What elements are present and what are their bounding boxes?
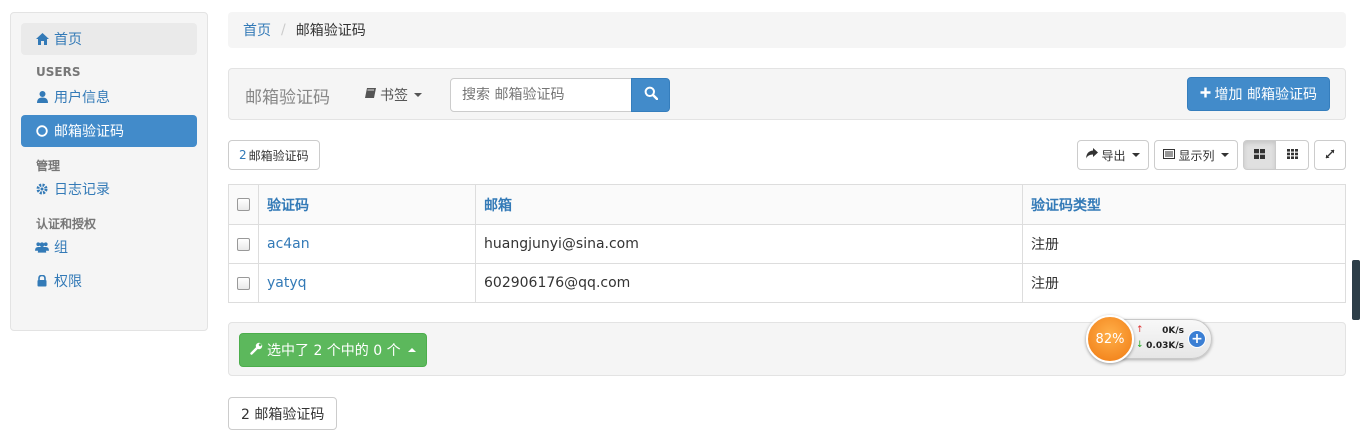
select-all-cell [228, 184, 259, 225]
sidebar-item-label: 首页 [54, 32, 82, 48]
results-table: 验证码 邮箱 验证码类型 ac4an huangjunyi@sina.com 注… [228, 184, 1346, 303]
breadcrumb-current: 邮箱验证码 [295, 23, 366, 39]
code-cell[interactable]: ac4an [258, 224, 476, 264]
download-speed: 0.03K/s [1146, 341, 1184, 351]
network-speed-widget[interactable]: 82% ↑ ↓ 0K/s 0.03K/s + [1086, 313, 1214, 365]
column-header-email[interactable]: 邮箱 [475, 184, 1023, 225]
section-header-users: USERS [36, 65, 81, 79]
plus-icon [1200, 86, 1211, 102]
type-cell: 注册 [1022, 224, 1346, 264]
row-checkbox[interactable] [237, 276, 250, 290]
table-row: yatyq 602906176@qq.com 注册 [228, 263, 1346, 303]
caret-down-icon [1131, 153, 1140, 157]
circle-icon [35, 125, 49, 137]
sidebar-item-email-code[interactable]: 邮箱验证码 [21, 115, 197, 147]
result-count-label: 邮箱验证码 [248, 148, 309, 163]
plus-icon[interactable]: + [1188, 330, 1206, 348]
table-header-row: 验证码 邮箱 验证码类型 [228, 184, 1346, 225]
user-icon [35, 91, 49, 103]
column-header-code[interactable]: 验证码 [258, 184, 476, 225]
export-dropdown[interactable]: 导出 [1077, 140, 1149, 170]
caret-up-icon [407, 348, 416, 352]
page-title: 邮箱验证码 [245, 88, 330, 108]
home-icon [35, 33, 49, 45]
add-button-label: 增加 邮箱验证码 [1214, 87, 1317, 103]
sidebar-item-label: 邮箱验证码 [54, 124, 124, 140]
sidebar-item-label: 用户信息 [54, 90, 110, 106]
email-cell: 602906176@qq.com [475, 263, 1023, 303]
memory-usage-indicator[interactable]: 82% [1086, 315, 1134, 363]
breadcrumb: 首页 / 邮箱验证码 [228, 12, 1346, 48]
email-cell: huangjunyi@sina.com [475, 224, 1023, 264]
export-label: 导出 [1101, 148, 1126, 163]
footer-result-count: 2 邮箱验证码 [228, 397, 338, 430]
gear-icon [35, 183, 49, 195]
list-header-panel: 邮箱验证码 书签 增加 邮箱验证码 [228, 68, 1346, 120]
view-grid-small-button[interactable] [1275, 140, 1309, 170]
select-all-checkbox[interactable] [237, 198, 250, 211]
search-icon [644, 86, 658, 104]
breadcrumb-separator: / [281, 22, 286, 38]
side-scroll-tab[interactable] [1352, 260, 1360, 320]
list-icon [1163, 148, 1176, 162]
caret-down-icon [414, 93, 422, 97]
book-icon [365, 87, 377, 103]
table-row: ac4an huangjunyi@sina.com 注册 [228, 224, 1346, 264]
sidebar-item-groups[interactable]: 组 [21, 231, 197, 263]
th-icon [1286, 148, 1298, 162]
share-icon [1086, 148, 1099, 162]
group-icon [35, 241, 49, 253]
sidebar-item-label: 权限 [54, 274, 82, 290]
bookmarks-label: 书签 [380, 88, 408, 104]
search-input[interactable] [450, 78, 632, 112]
sidebar-item-home[interactable]: 首页 [21, 23, 197, 55]
lock-icon [35, 275, 49, 287]
section-header-auth: 认证和授权 [36, 217, 97, 231]
sidebar-item-logs[interactable]: 日志记录 [21, 173, 197, 205]
section-header-manage: 管理 [36, 159, 61, 173]
bookmarks-dropdown[interactable]: 书签 [365, 85, 422, 105]
columns-label: 显示列 [1178, 148, 1215, 163]
wrench-icon [250, 342, 263, 359]
upload-speed: 0K/s [1162, 326, 1184, 336]
bulk-actions-label: 选中了 2 个中的 0 个 [267, 343, 401, 359]
row-select-cell [228, 263, 259, 303]
caret-down-icon [1220, 153, 1229, 157]
row-checkbox[interactable] [237, 237, 250, 251]
sidebar: 首页 USERS 用户信息 邮箱验证码 管理 日志记录 认证和授权 组 权限 [10, 12, 208, 331]
fullscreen-button[interactable] [1314, 140, 1346, 170]
breadcrumb-home-link[interactable]: 首页 [243, 20, 271, 40]
expand-icon [1325, 148, 1335, 162]
add-email-code-button[interactable]: 增加 邮箱验证码 [1186, 77, 1330, 111]
result-count: 2 邮箱验证码 [228, 140, 320, 170]
sidebar-item-permissions[interactable]: 权限 [21, 265, 197, 297]
result-count-number: 2 [239, 148, 247, 162]
sidebar-item-label: 组 [54, 240, 68, 256]
columns-dropdown[interactable]: 显示列 [1154, 140, 1238, 170]
search-button[interactable] [631, 78, 670, 112]
th-large-icon [1254, 148, 1265, 162]
sidebar-item-user-info[interactable]: 用户信息 [21, 81, 197, 113]
sidebar-item-label: 日志记录 [54, 182, 110, 198]
type-cell: 注册 [1022, 263, 1346, 303]
view-grid-large-button[interactable] [1243, 140, 1276, 170]
row-select-cell [228, 224, 259, 264]
code-cell[interactable]: yatyq [258, 263, 476, 303]
column-header-type[interactable]: 验证码类型 [1022, 184, 1346, 225]
bulk-actions-button[interactable]: 选中了 2 个中的 0 个 [239, 333, 427, 367]
